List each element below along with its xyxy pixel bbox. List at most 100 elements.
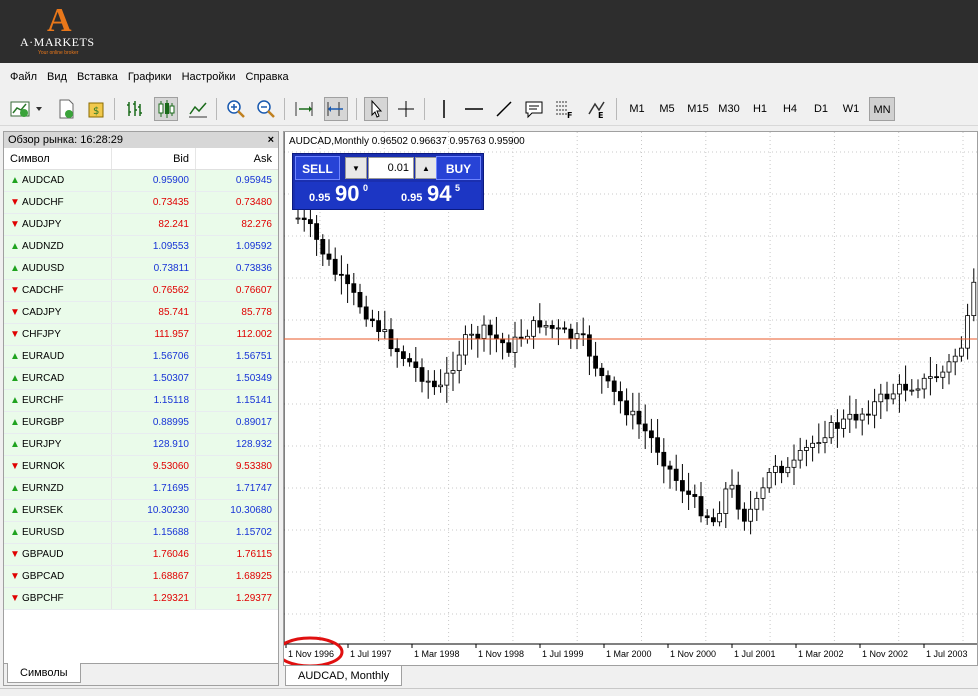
symbol-name: EURNOK	[22, 460, 65, 472]
close-icon[interactable]: ×	[268, 132, 274, 148]
lot-size-input[interactable]: 0.01	[368, 157, 414, 179]
chart-tabbar: AUDCAD, Monthly	[283, 666, 978, 686]
market-watch-button[interactable]: $	[84, 97, 108, 121]
x-tick-label: 1 Jul 2001	[734, 649, 776, 659]
candle-body	[859, 413, 865, 421]
chart-shift-button[interactable]	[324, 97, 348, 121]
candle-body	[549, 325, 555, 329]
profiles-button[interactable]	[54, 97, 78, 121]
candle-body	[791, 459, 797, 468]
ask-cell: 82.276	[196, 214, 278, 235]
candle-body	[655, 437, 661, 453]
menu-insert[interactable]: Вставка	[72, 66, 123, 88]
x-tick-label: 1 Nov 2002	[862, 649, 908, 659]
vertical-line-button[interactable]	[432, 97, 456, 121]
timeframe-m30[interactable]: M30	[715, 97, 743, 121]
symbol-name: CADJPY	[22, 306, 62, 318]
zoom-out-button[interactable]	[254, 97, 278, 121]
shapes-button[interactable]: E	[584, 97, 608, 121]
svg-text:$: $	[93, 106, 99, 117]
svg-text:F: F	[567, 111, 572, 120]
buy-button[interactable]: BUY	[436, 156, 481, 180]
table-row[interactable]: ▼ AUDJPY 82.241 82.276	[4, 214, 278, 236]
tab-symbols[interactable]: Символы	[7, 663, 81, 683]
timeframe-d1[interactable]: D1	[808, 97, 834, 121]
zoom-in-button[interactable]	[224, 97, 248, 121]
timeframe-w1[interactable]: W1	[838, 97, 864, 121]
table-row[interactable]: ▲ EURUSD 1.15688 1.15702	[4, 522, 278, 544]
candle-body	[562, 327, 568, 330]
table-row[interactable]: ▲ AUDNZD 1.09553 1.09592	[4, 236, 278, 258]
sell-price[interactable]: 0.95 90 0	[295, 181, 389, 209]
trendline-button[interactable]	[492, 97, 516, 121]
table-row[interactable]: ▼ GBPCHF 1.29321 1.29377	[4, 588, 278, 610]
table-row[interactable]: ▲ EURNZD 1.71695 1.71747	[4, 478, 278, 500]
table-row[interactable]: ▼ GBPAUD 1.76046 1.76115	[4, 544, 278, 566]
table-row[interactable]: ▲ EURSEK 10.30230 10.30680	[4, 500, 278, 522]
auto-scroll-button[interactable]	[292, 97, 316, 121]
cursor-button[interactable]	[364, 97, 388, 121]
symbol-cell: ▼ CADJPY	[4, 302, 112, 323]
table-row[interactable]: ▲ AUDCAD 0.95900 0.95945	[4, 170, 278, 192]
symbol-name: EURCAD	[22, 372, 65, 384]
menu-settings[interactable]: Настройки	[177, 66, 241, 88]
bid-cell: 9.53060	[112, 456, 196, 477]
fibonacci-button[interactable]: F	[552, 97, 576, 121]
chart-window[interactable]: 1 Nov 1996 1 Jul 1997 1 Mar 1998 1 Nov 1998…	[283, 131, 978, 666]
candle-body	[617, 391, 623, 402]
table-row[interactable]: ▲ EURCHF 1.15118 1.15141	[4, 390, 278, 412]
new-chart-button[interactable]	[8, 97, 44, 121]
table-row[interactable]: ▼ GBPCAD 1.68867 1.68925	[4, 566, 278, 588]
menu-view[interactable]: Вид	[42, 66, 72, 88]
timeframe-h4[interactable]: H4	[777, 97, 803, 121]
symbol-cell: ▲ EURNZD	[4, 478, 112, 499]
timeframe-m15[interactable]: M15	[684, 97, 712, 121]
symbol-name: AUDUSD	[22, 262, 65, 274]
menu-charts[interactable]: Графики	[123, 66, 177, 88]
column-bid[interactable]: Bid	[112, 148, 196, 169]
sell-button[interactable]: SELL	[295, 156, 340, 180]
table-row[interactable]: ▲ EURGBP 0.88995 0.89017	[4, 412, 278, 434]
menu-help[interactable]: Справка	[241, 66, 294, 88]
column-ask[interactable]: Ask	[196, 148, 278, 169]
table-row[interactable]: ▼ CHFJPY 111.957 112.002	[4, 324, 278, 346]
table-row[interactable]: ▼ EURNOK 9.53060 9.53380	[4, 456, 278, 478]
ask-cell: 1.09592	[196, 236, 278, 257]
timeframe-m1[interactable]: M1	[624, 97, 650, 121]
lot-decrease-button[interactable]: ▼	[345, 157, 367, 179]
line-chart-button[interactable]	[186, 97, 210, 121]
sell-price-prefix: 0.95	[309, 192, 331, 204]
bid-cell: 1.09553	[112, 236, 196, 257]
chart-canvas[interactable]: 1 Nov 1996 1 Jul 1997 1 Mar 1998 1 Nov 1998…	[284, 132, 977, 665]
bar-chart-button[interactable]	[122, 97, 146, 121]
table-row[interactable]: ▼ CADJPY 85.741 85.778	[4, 302, 278, 324]
table-row[interactable]: ▼ CADCHF 0.76562 0.76607	[4, 280, 278, 302]
candle-body	[456, 354, 462, 371]
timeframe-m5[interactable]: M5	[654, 97, 680, 121]
candle-body	[952, 355, 958, 363]
x-tick-label: 1 Jul 2003	[926, 649, 968, 659]
menu-file[interactable]: Файл	[5, 66, 42, 88]
arrow-down-icon: ▼	[10, 306, 20, 318]
tab-audcad-monthly[interactable]: AUDCAD, Monthly	[285, 666, 403, 686]
table-row[interactable]: ▲ EURAUD 1.56706 1.56751	[4, 346, 278, 368]
arrow-down-icon: ▼	[10, 196, 20, 208]
candle-body	[370, 318, 375, 322]
buy-price[interactable]: 0.95 94 5	[387, 181, 481, 209]
brand-tagline: Your online broker	[38, 50, 79, 56]
ask-cell: 112.002	[196, 324, 278, 345]
timeframe-h1[interactable]: H1	[747, 97, 773, 121]
timeframe-mn[interactable]: MN	[869, 97, 895, 121]
crosshair-button[interactable]	[394, 97, 418, 121]
text-label-button[interactable]	[522, 97, 546, 121]
candle-body	[754, 497, 760, 510]
table-row[interactable]: ▲ EURCAD 1.50307 1.50349	[4, 368, 278, 390]
table-row[interactable]: ▲ AUDUSD 0.73811 0.73836	[4, 258, 278, 280]
horizontal-line-button[interactable]	[462, 97, 486, 121]
column-symbol[interactable]: Символ	[4, 148, 112, 169]
lot-increase-button[interactable]: ▲	[415, 157, 437, 179]
fibonacci-icon: F	[556, 101, 572, 120]
table-row[interactable]: ▲ EURJPY 128.910 128.932	[4, 434, 278, 456]
table-row[interactable]: ▼ AUDCHF 0.73435 0.73480	[4, 192, 278, 214]
candlestick-button[interactable]	[154, 97, 178, 121]
